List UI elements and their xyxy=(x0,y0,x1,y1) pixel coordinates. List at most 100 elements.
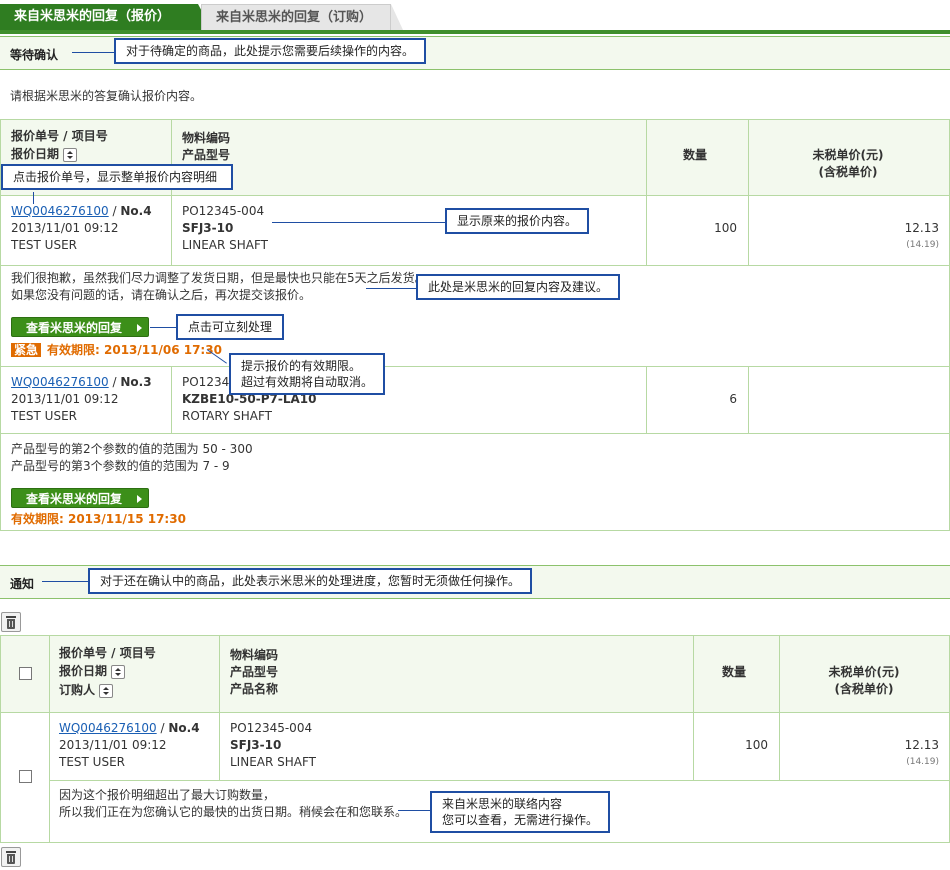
quote-number-link[interactable]: WQ0046276100 xyxy=(11,204,109,218)
callout-contact-content: 来自米思米的联络内容 您可以查看，无需进行操作。 xyxy=(430,791,611,833)
column-header-qty: 数量 xyxy=(683,148,708,162)
column-header-material: 物料编码 xyxy=(230,648,279,662)
trash-icon xyxy=(6,851,16,853)
callout-contact-line-2: 您可以查看，无需进行操作。 xyxy=(442,813,599,827)
tab-quote-replies[interactable]: 来自米思米的回复（报价） xyxy=(0,4,212,30)
callout-process-now: 点击可立刻处理 xyxy=(176,314,285,340)
unit-price: 12.13 xyxy=(904,221,939,235)
column-header-quote-date-label: 报价日期 xyxy=(59,664,108,678)
notice-message-line-2: 所以我们正在为您确认它的最快的出货日期。稍候会在和您联系。 xyxy=(59,805,408,819)
divider xyxy=(1,366,949,367)
delete-button[interactable] xyxy=(1,847,21,867)
column-header-buyer-label: 订购人 xyxy=(59,683,96,697)
product-name: LINEAR SHAFT xyxy=(182,238,269,252)
callout-leader xyxy=(398,810,431,811)
column-header-model: 产品型号 xyxy=(230,665,279,679)
divider xyxy=(219,636,220,780)
column-header-price: 未税单价(元) xyxy=(828,665,900,679)
divider xyxy=(748,120,749,265)
item-number: No.4 xyxy=(120,204,152,218)
column-header-quote-date[interactable]: 报价日期 xyxy=(59,663,126,680)
column-header-name: 产品名称 xyxy=(230,682,279,696)
column-header-model: 产品型号 xyxy=(182,148,231,162)
divider xyxy=(1,195,949,196)
callout-leader xyxy=(150,327,177,328)
column-header-material: 物料编码 xyxy=(182,131,231,145)
callout-reply-content: 此处是米思米的回复内容及建议。 xyxy=(416,274,621,300)
reply-line-1: 我们很抱歉，虽然我们尽力调整了发货日期，但是最快也只能在5天之后发货。 xyxy=(11,271,427,285)
product-name: ROTARY SHAFT xyxy=(182,409,272,423)
sort-icon[interactable] xyxy=(111,664,126,679)
divider xyxy=(1,712,949,713)
callout-deadline-line-2: 超过有效期将自动取消。 xyxy=(241,375,374,389)
quote-datetime: 2013/11/01 09:12 xyxy=(59,738,167,752)
callout-original-quote: 显示原来的报价内容。 xyxy=(445,208,590,234)
delete-button[interactable] xyxy=(1,612,21,632)
column-header-quote-date[interactable]: 报价日期 xyxy=(11,146,78,163)
divider xyxy=(1,433,949,434)
deadline-text: 有效期限: 2013/11/15 17:30 xyxy=(11,512,186,526)
divider xyxy=(1,265,949,266)
select-all-checkbox[interactable] xyxy=(19,667,32,680)
view-reply-button[interactable]: 查看米思米的回复 xyxy=(11,488,149,508)
view-reply-button[interactable]: 查看米思米的回复 xyxy=(11,317,149,337)
callout-leader xyxy=(272,222,446,223)
divider xyxy=(49,780,949,781)
quote-user: TEST USER xyxy=(11,238,77,252)
view-reply-button-label: 查看米思米的回复 xyxy=(26,321,123,335)
deadline-text: 有效期限: 2013/11/06 17:30 xyxy=(47,343,222,357)
quote-number-link[interactable]: WQ0046276100 xyxy=(11,375,109,389)
trash-can-body xyxy=(7,854,15,864)
table-row-quote-ref: WQ0046276100 / No.3 xyxy=(11,375,152,389)
column-header-buyer[interactable]: 订购人 xyxy=(59,682,114,699)
reply-line-1: 产品型号的第2个参数的值的范围为 50 - 300 xyxy=(11,442,253,456)
column-header-qty: 数量 xyxy=(722,665,747,679)
notice-message-line-1: 因为这个报价明细超出了最大订购数量， xyxy=(59,788,276,802)
column-header-quote-no: 报价单号 / 项目号 xyxy=(11,129,108,143)
unit-price-tax: (14.19) xyxy=(906,240,939,250)
quantity: 100 xyxy=(745,738,768,752)
divider xyxy=(646,120,647,265)
callout-pending-info: 对于待确定的商品，此处提示您需要后续操作的内容。 xyxy=(114,38,427,64)
view-reply-button-label: 查看米思米的回复 xyxy=(26,492,123,506)
divider xyxy=(646,366,647,433)
quantity: 6 xyxy=(729,392,737,406)
item-number: No.3 xyxy=(120,375,152,389)
divider xyxy=(748,366,749,433)
callout-deadline-line-1: 提示报价的有效期限。 xyxy=(241,359,362,373)
quote-datetime: 2013/11/01 09:12 xyxy=(11,392,119,406)
trash-can-body xyxy=(7,619,15,629)
reply-line-2: 如果您没有问题的话，请在确认之后，再次提交该报价。 xyxy=(11,288,312,302)
divider xyxy=(779,636,780,780)
quote-datetime: 2013/11/01 09:12 xyxy=(11,221,119,235)
divider xyxy=(171,366,172,433)
tab-order-replies[interactable]: 来自米思米的回复（订购） xyxy=(201,4,403,30)
product-model: SFJ3-10 xyxy=(182,221,234,235)
material-code: PO12345-004 xyxy=(182,204,265,218)
callout-leader xyxy=(72,52,115,53)
sort-icon[interactable] xyxy=(99,683,114,698)
quantity: 100 xyxy=(714,221,737,235)
table-row-quote-ref: WQ0046276100 / No.4 xyxy=(59,721,200,735)
divider xyxy=(49,636,50,842)
divider xyxy=(693,636,694,780)
table-row-quote-ref: WQ0046276100 / No.4 xyxy=(11,204,152,218)
unit-price-tax: (14.19) xyxy=(906,757,939,767)
row-checkbox[interactable] xyxy=(19,770,32,783)
callout-leader xyxy=(33,192,34,204)
divider xyxy=(171,120,172,265)
column-header-quote-no: 报价单号 / 项目号 xyxy=(59,646,156,660)
column-header-price: 未税单价(元) xyxy=(812,148,884,162)
tab-bar: 来自米思米的回复（报价） 来自米思米的回复（订购） xyxy=(0,0,950,34)
deadline-row: 紧急 有效期限: 2013/11/06 17:30 xyxy=(11,341,222,358)
column-header-price-tax: (含税单价) xyxy=(834,682,894,696)
column-header-quote-date-label: 报价日期 xyxy=(11,147,60,161)
arrow-right-icon xyxy=(137,324,142,332)
quote-number-link[interactable]: WQ0046276100 xyxy=(59,721,157,735)
sort-icon[interactable] xyxy=(63,147,78,162)
callout-deadline: 提示报价的有效期限。 超过有效期将自动取消。 xyxy=(229,353,386,395)
trash-icon xyxy=(6,616,16,618)
pending-section-title: 等待确认 xyxy=(10,48,59,62)
column-header-price-tax: (含税单价) xyxy=(818,165,878,179)
reply-line-2: 产品型号的第3个参数的值的范围为 7 - 9 xyxy=(11,459,230,473)
